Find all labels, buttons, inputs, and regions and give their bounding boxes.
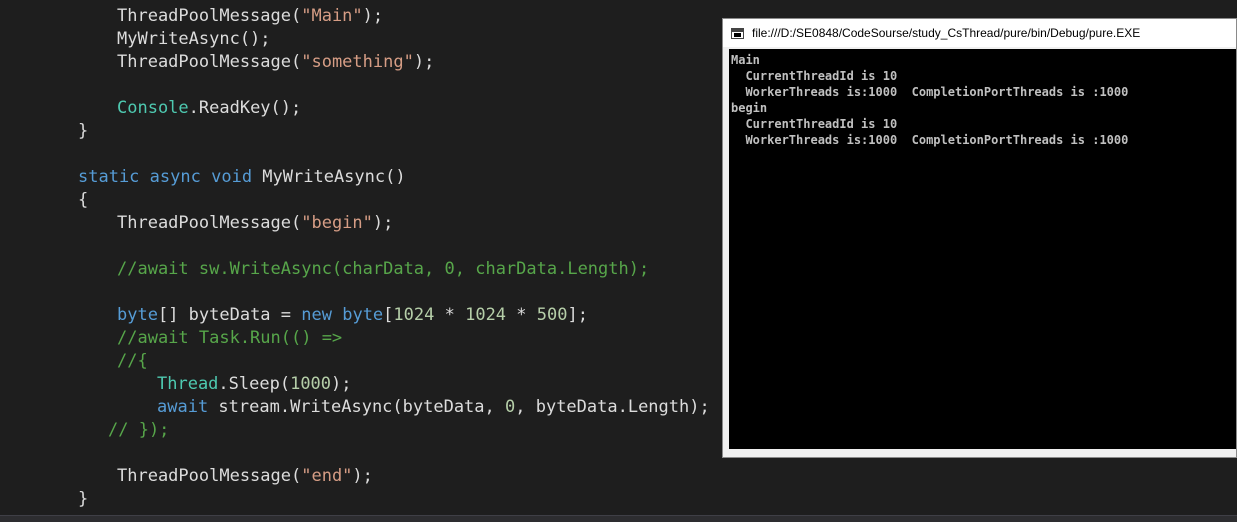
console-titlebar[interactable]: file:///D:/SE0848/CodeSourse/study_CsThr… bbox=[723, 19, 1236, 47]
console-window[interactable]: file:///D:/SE0848/CodeSourse/study_CsThr… bbox=[722, 18, 1237, 458]
code-line[interactable]: MyWriteAsync(); bbox=[117, 28, 271, 51]
code-token: "Main" bbox=[301, 6, 363, 26]
code-line[interactable]: byte[] byteData = new byte[1024 * 1024 *… bbox=[117, 304, 588, 327]
code-line[interactable]: ThreadPoolMessage("Main"); bbox=[117, 5, 383, 28]
code-token: 1024 bbox=[465, 305, 507, 325]
code-line[interactable]: Console.ReadKey(); bbox=[117, 97, 301, 120]
code-token: void bbox=[211, 167, 253, 187]
code-token: } bbox=[78, 489, 89, 509]
code-token: byte bbox=[342, 305, 384, 325]
code-token: ); bbox=[352, 466, 373, 486]
code-token: ThreadPoolMessage( bbox=[117, 466, 302, 486]
code-line[interactable]: //await Task.Run(() => bbox=[117, 327, 342, 350]
code-line[interactable]: ThreadPoolMessage("begin"); bbox=[117, 212, 393, 235]
code-token: 1024 bbox=[393, 305, 435, 325]
code-token: ThreadPoolMessage( bbox=[117, 213, 302, 233]
code-line[interactable]: static async void MyWriteAsync() bbox=[78, 166, 406, 189]
code-line[interactable]: { bbox=[78, 189, 88, 212]
code-token: * bbox=[434, 305, 466, 325]
code-token: // }); bbox=[108, 420, 170, 440]
code-token: , byteData.Length); bbox=[515, 397, 710, 417]
code-line[interactable]: ThreadPoolMessage("end"); bbox=[117, 465, 373, 488]
code-token: 1000 bbox=[290, 374, 332, 394]
code-line[interactable]: } bbox=[78, 120, 88, 143]
code-token: new bbox=[301, 305, 332, 325]
code-token: [] byteData = bbox=[157, 305, 302, 325]
code-token: [ bbox=[383, 305, 394, 325]
code-token: MyWriteAsync(); bbox=[117, 29, 271, 49]
code-token: await bbox=[157, 397, 209, 417]
code-token: byte bbox=[117, 305, 158, 325]
code-token: ThreadPoolMessage( bbox=[117, 6, 302, 26]
code-token: 500 bbox=[536, 305, 568, 325]
code-line[interactable]: //{ bbox=[117, 350, 148, 373]
code-token: static bbox=[78, 167, 140, 187]
code-line[interactable]: await stream.WriteAsync(byteData, 0, byt… bbox=[157, 396, 710, 419]
code-token: ); bbox=[372, 213, 394, 233]
code-line[interactable]: ThreadPoolMessage("something"); bbox=[117, 51, 434, 74]
code-token: ); bbox=[413, 52, 435, 72]
code-token: //await Task.Run(() => bbox=[117, 328, 343, 348]
code-token: //await sw.WriteAsync(charData, 0, charD… bbox=[117, 259, 650, 279]
console-window-icon bbox=[731, 27, 744, 39]
code-line[interactable]: // }); bbox=[108, 419, 169, 442]
console-line: CurrentThreadId is 10 bbox=[731, 69, 898, 83]
code-token: ); bbox=[331, 374, 352, 394]
code-token: MyWriteAsync() bbox=[252, 167, 406, 187]
code-token: "begin" bbox=[301, 213, 373, 233]
code-token: ); bbox=[362, 6, 384, 26]
code-token: ThreadPoolMessage( bbox=[117, 52, 302, 72]
code-token: "something" bbox=[301, 52, 414, 72]
console-line: CurrentThreadId is 10 bbox=[731, 117, 898, 131]
console-line: WorkerThreads is:1000 CompletionPortThre… bbox=[731, 85, 1129, 99]
code-token: } bbox=[78, 121, 89, 141]
code-token: { bbox=[78, 190, 89, 210]
console-output: Main CurrentThreadId is 10 WorkerThreads… bbox=[729, 49, 1236, 449]
code-token: .Sleep( bbox=[218, 374, 291, 394]
code-token: //{ bbox=[117, 351, 148, 371]
code-token: "end" bbox=[301, 466, 353, 486]
code-line[interactable]: } bbox=[78, 488, 88, 511]
code-token: Console bbox=[117, 98, 189, 118]
code-token: stream.WriteAsync(byteData, bbox=[208, 397, 505, 417]
code-token: Thread bbox=[157, 374, 219, 394]
console-line: WorkerThreads is:1000 CompletionPortThre… bbox=[731, 133, 1129, 147]
code-token: 0 bbox=[505, 397, 516, 417]
code-line[interactable]: Thread.Sleep(1000); bbox=[157, 373, 352, 396]
code-token: * bbox=[506, 305, 537, 325]
code-token: .ReadKey(); bbox=[188, 98, 302, 118]
console-line: begin bbox=[731, 101, 768, 115]
code-token: async bbox=[149, 167, 201, 187]
code-line[interactable]: //await sw.WriteAsync(charData, 0, charD… bbox=[117, 258, 649, 281]
code-token: ]; bbox=[567, 305, 588, 325]
console-line: Main bbox=[731, 53, 760, 67]
console-title: file:///D:/SE0848/CodeSourse/study_CsThr… bbox=[752, 26, 1141, 40]
